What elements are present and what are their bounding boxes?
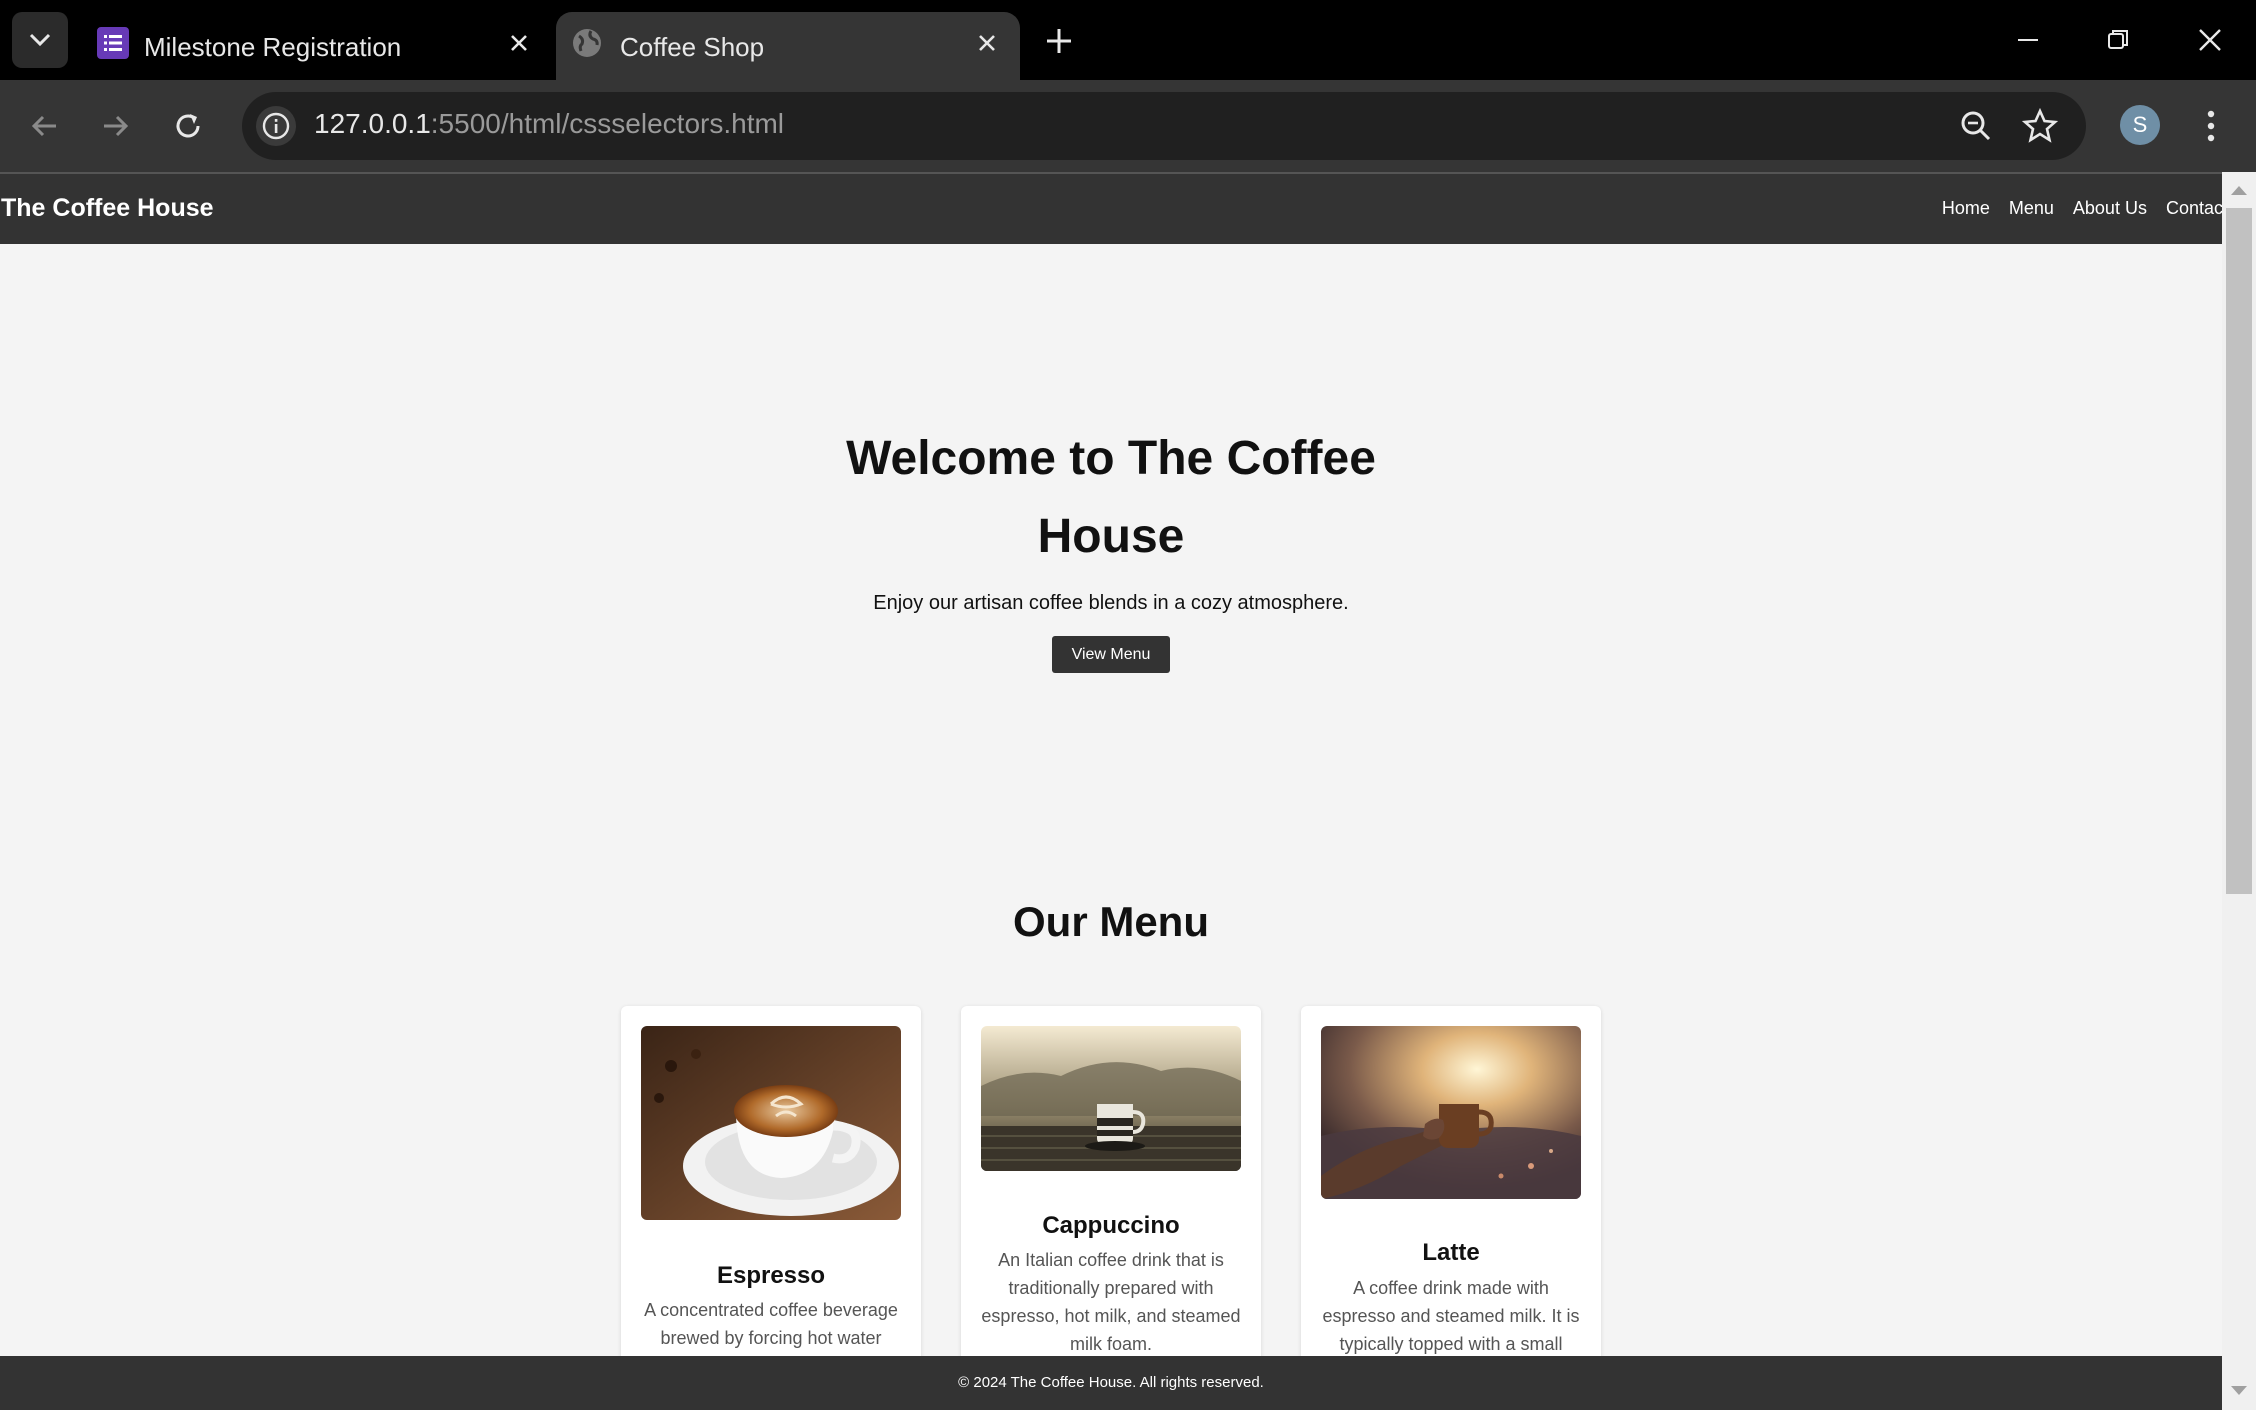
view-menu-button[interactable]: View Menu — [1052, 636, 1170, 673]
page-viewport: The Coffee House Home Menu About Us Cont… — [0, 172, 2222, 1410]
more-options-icon[interactable] — [2196, 106, 2226, 146]
nav-link-menu[interactable]: Menu — [2009, 198, 2054, 219]
site-nav: Home Menu About Us Contact — [1923, 198, 2222, 219]
new-tab-plus-icon[interactable] — [1042, 24, 1076, 58]
zoom-icon[interactable] — [1956, 106, 1996, 146]
info-icon — [262, 112, 290, 140]
close-icon[interactable] — [504, 28, 534, 58]
browser-toolbar: 127.0.0.1:5500/html/cssselectors.html S — [0, 80, 2256, 172]
profile-avatar[interactable]: S — [2120, 105, 2160, 145]
back-arrow-icon[interactable] — [24, 106, 64, 146]
chevron-down-icon — [29, 33, 51, 47]
bookmark-star-icon[interactable] — [2020, 106, 2060, 146]
close-icon[interactable] — [972, 28, 1002, 58]
url-host: 127.0.0.1 — [314, 108, 431, 139]
menu-card-espresso[interactable]: Espresso A concentrated coffee beverage … — [621, 1006, 921, 1410]
tab-title: Coffee Shop — [620, 32, 765, 62]
restore-icon[interactable] — [2098, 20, 2138, 60]
url-text[interactable]: 127.0.0.1:5500/html/cssselectors.html — [314, 108, 784, 140]
close-window-icon[interactable] — [2190, 20, 2230, 60]
tab-search-button[interactable] — [12, 12, 68, 68]
site-logo[interactable]: The Coffee House — [1, 194, 214, 223]
scroll-up-arrow-icon[interactable] — [2231, 186, 2247, 195]
tab-milestone-registration[interactable]: Milestone Registration — [82, 12, 552, 80]
hero-subtitle: Enjoy our artisan coffee blends in a coz… — [873, 592, 1349, 614]
scroll-down-arrow-icon[interactable] — [2231, 1386, 2247, 1395]
forms-icon — [97, 27, 129, 59]
hero-title: Welcome to The Coffee House — [846, 432, 1376, 563]
url-path: :5500/html/cssselectors.html — [430, 108, 785, 139]
menu-item-name: Cappuccino — [1042, 1212, 1180, 1239]
menu-card-latte[interactable]: Latte A coffee drink made with espresso … — [1301, 1006, 1601, 1410]
site-footer: © 2024 The Coffee House. All rights rese… — [0, 1356, 2222, 1410]
cappuccino-image — [981, 1026, 1241, 1171]
site-info-button[interactable] — [256, 106, 296, 146]
latte-image — [1321, 1026, 1581, 1199]
forward-arrow-icon[interactable] — [96, 106, 136, 146]
menu-section-title: Our Menu — [1013, 898, 1209, 945]
nav-link-about[interactable]: About Us — [2073, 198, 2147, 219]
menu-item-name: Latte — [1422, 1239, 1480, 1266]
menu-item-name: Espresso — [716, 1262, 826, 1289]
site-header: The Coffee House Home Menu About Us Cont… — [0, 172, 2222, 244]
scroll-thumb[interactable] — [2226, 208, 2252, 894]
address-bar[interactable]: 127.0.0.1:5500/html/cssselectors.html — [242, 92, 2086, 160]
menu-item-description: An Italian coffee drink that is traditio… — [981, 1250, 1241, 1354]
nav-link-home[interactable]: Home — [1942, 198, 1990, 219]
minimize-icon[interactable] — [2008, 20, 2048, 60]
menu-card-cappuccino[interactable]: Cappuccino An Italian coffee drink that … — [961, 1006, 1261, 1410]
menu-item-description: A coffee drink made with espresso and st… — [1322, 1278, 1580, 1354]
nav-link-contact[interactable]: Contact — [2166, 198, 2222, 219]
menu-item-description: A concentrated coffee beverage brewed by… — [644, 1300, 898, 1348]
tab-coffee-shop[interactable]: Coffee Shop — [556, 12, 1020, 80]
reload-icon[interactable] — [168, 106, 208, 146]
globe-icon — [573, 29, 601, 57]
tab-title: Milestone Registration — [144, 32, 402, 62]
page-scrollbar[interactable] — [2222, 172, 2256, 1410]
browser-tab-bar: Milestone Registration Coffee Shop — [0, 0, 2256, 80]
espresso-image — [641, 1026, 901, 1220]
